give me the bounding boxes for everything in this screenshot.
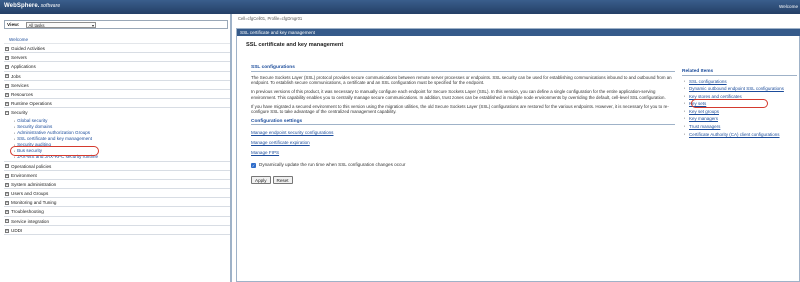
view-bar: View: All tasks ▾ xyxy=(4,20,228,29)
page-title: SSL certificate and key management xyxy=(246,42,344,48)
nav-services[interactable]: + Services xyxy=(4,81,230,90)
expand-icon[interactable]: + xyxy=(5,101,9,106)
description-paragraph: If you have migrated a secured environme… xyxy=(251,103,669,115)
related-ssl-configurations-link[interactable]: SSL configurations xyxy=(682,79,797,84)
expand-icon[interactable]: + xyxy=(5,182,9,187)
nav-label: Runtime Operations xyxy=(11,101,52,107)
form-buttons: Apply Reset xyxy=(251,176,675,185)
view-select[interactable]: All tasks ▾ xyxy=(26,22,96,28)
nav-label: Servers xyxy=(11,55,27,61)
manage-endpoint-security-link[interactable]: Manage endpoint security configurations xyxy=(251,130,675,135)
nav-label: UDDI xyxy=(11,227,23,233)
expand-icon[interactable]: + xyxy=(5,46,9,51)
nav-uddi[interactable]: + UDDI xyxy=(4,226,230,235)
nav-servers[interactable]: + Servers xyxy=(4,53,230,63)
nav-label: Jobs xyxy=(11,73,21,79)
expand-icon[interactable]: + xyxy=(5,83,9,88)
view-select-value: All tasks xyxy=(28,23,45,28)
nav-resources[interactable]: + Resources xyxy=(4,90,230,100)
expand-icon[interactable]: + xyxy=(5,74,9,79)
nav-label: Security xyxy=(11,110,28,116)
nav-users-and-groups[interactable]: + Users and Groups xyxy=(4,189,230,199)
welcome-text: Welcome xyxy=(778,4,798,9)
nav-label: Environment xyxy=(11,172,37,178)
expand-icon[interactable]: + xyxy=(5,191,9,196)
related-key-stores-certificates-link[interactable]: Key stores and certificates xyxy=(682,94,797,99)
dynamic-update-checkbox[interactable]: ✓ xyxy=(251,162,256,168)
nav-service-integration[interactable]: + Service integration xyxy=(4,217,230,226)
expand-icon[interactable]: + xyxy=(5,56,9,60)
nav-environment[interactable]: + Environment xyxy=(4,171,230,180)
description-paragraph: The Secure Sockets Layer (SSL) protocol … xyxy=(251,74,672,86)
dynamic-update-label: Dynamically update the run time when SSL… xyxy=(259,162,406,168)
reset-button[interactable]: Reset xyxy=(272,176,293,185)
nav-operational-policies[interactable]: + Operational policies xyxy=(4,162,230,171)
dynamic-update-row: ✓ Dynamically update the run time when SS… xyxy=(251,161,675,168)
nav-label: Services xyxy=(11,82,29,88)
main-panel: SSL certificate and key management SSL c… xyxy=(236,28,800,282)
ssl-configurations-heading: SSL configurations xyxy=(251,65,675,72)
manage-certificate-expiration-link[interactable]: Manage certificate expiration xyxy=(251,140,675,145)
expand-icon[interactable]: + xyxy=(5,173,9,178)
nav-label: System administration xyxy=(11,181,57,187)
nav-troubleshooting[interactable]: + Troubleshooting xyxy=(4,207,230,217)
view-label: View: xyxy=(7,22,20,28)
nav-label: Operational policies xyxy=(11,163,52,169)
related-key-set-groups-link[interactable]: Key set groups xyxy=(682,109,797,114)
nav-label: Monitoring and Tuning xyxy=(11,200,57,206)
content-area: SSL configurations The Secure Sockets La… xyxy=(251,65,675,185)
nav-label: Applications xyxy=(11,64,36,70)
brand-name: WebSphere. xyxy=(4,3,40,9)
nav-label: Troubleshooting xyxy=(11,209,44,215)
description-paragraph: In previous versions of this product, it… xyxy=(251,89,666,100)
nav-tree: Welcome + Guided Activities + Servers + App… xyxy=(4,36,230,235)
expand-icon[interactable]: + xyxy=(5,65,9,70)
expand-icon[interactable]: + xyxy=(5,228,9,233)
expand-icon[interactable]: + xyxy=(5,201,9,206)
expand-icon[interactable]: + xyxy=(5,92,9,97)
related-key-managers-link[interactable]: Key managers xyxy=(682,116,797,121)
breadcrumb: Cell=cfgCell01, Profile=cfgDmgr01 xyxy=(238,16,303,21)
related-dynamic-outbound-link[interactable]: Dynamic outbound endpoint SSL configurat… xyxy=(682,86,797,91)
manage-fips-link[interactable]: Manage FIPS xyxy=(251,150,675,155)
related-items-heading: Related Items xyxy=(682,69,797,76)
nav-security[interactable]: − Security xyxy=(4,108,230,117)
nav-system-administration[interactable]: + System administration xyxy=(4,180,230,190)
nav-label: Guided Activities xyxy=(11,46,45,51)
nav-label: Service integration xyxy=(11,218,50,224)
nav-label: Users and Groups xyxy=(11,191,49,197)
nav-welcome-label: Welcome xyxy=(9,37,29,42)
nav-label: Resources xyxy=(11,91,33,97)
nav-guided-activities[interactable]: + Guided Activities xyxy=(4,44,230,54)
expand-icon[interactable]: + xyxy=(5,210,9,215)
highlight-ellipse-right xyxy=(691,99,768,108)
expand-icon[interactable]: + xyxy=(5,219,9,224)
brand-sub: software xyxy=(40,3,61,9)
configuration-settings-heading: Configuration settings xyxy=(251,119,675,126)
apply-button[interactable]: Apply xyxy=(251,176,271,185)
nav-welcome[interactable]: Welcome xyxy=(4,36,230,44)
top-banner: WebSphere.software Welcome xyxy=(0,0,800,14)
chevron-down-icon: ▾ xyxy=(91,23,94,28)
related-ca-client-configurations-link[interactable]: Certificate Authority (CA) client config… xyxy=(682,132,797,137)
websphere-logo: WebSphere.software xyxy=(4,3,60,9)
related-trust-managers-link[interactable]: Trust managers xyxy=(682,124,797,129)
nav-runtime-operations[interactable]: + Runtime Operations xyxy=(4,99,230,109)
nav-applications[interactable]: + Applications xyxy=(4,62,230,72)
collapse-icon[interactable]: − xyxy=(5,111,9,116)
highlight-ellipse-left xyxy=(10,146,99,156)
expand-icon[interactable]: + xyxy=(5,164,9,169)
panel-tab: SSL certificate and key management xyxy=(237,29,800,36)
nav-monitoring-and-tuning[interactable]: + Monitoring and Tuning xyxy=(4,198,230,208)
nav-jobs[interactable]: + Jobs xyxy=(4,72,230,81)
